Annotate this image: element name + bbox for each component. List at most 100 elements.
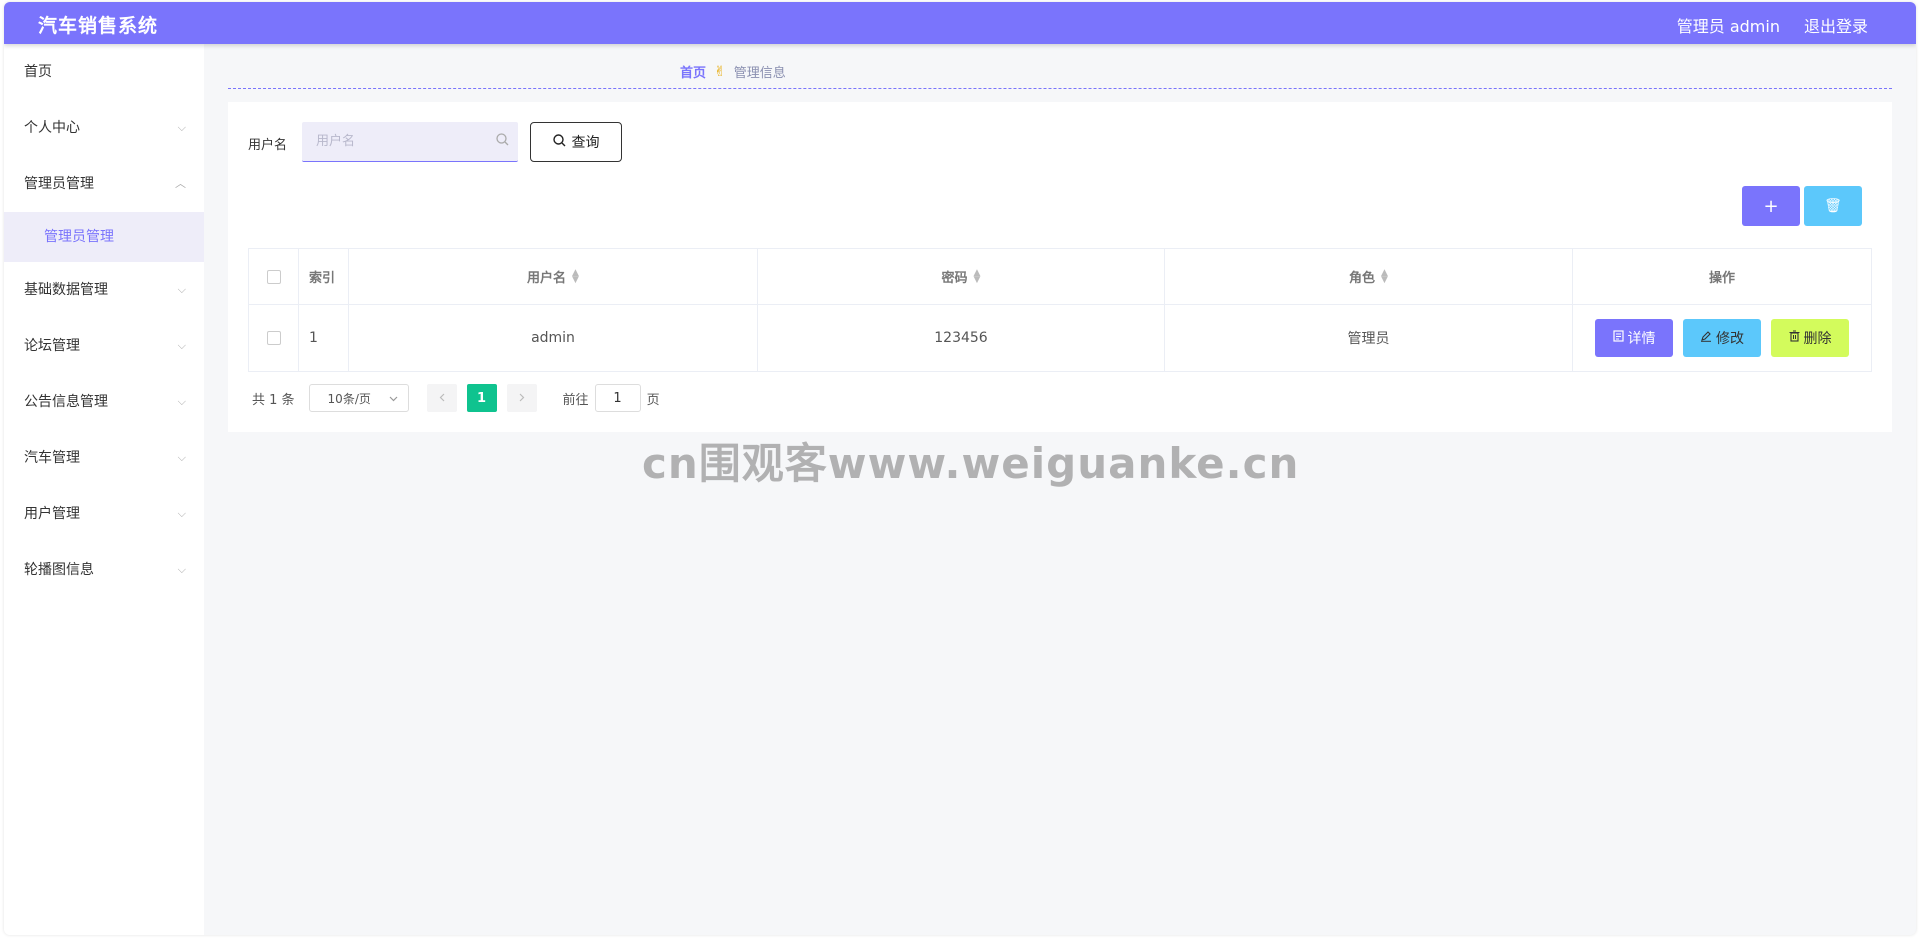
cell-actions: 详情 修改 删除 xyxy=(1573,305,1871,371)
cell-username: admin xyxy=(349,305,758,371)
goto-suffix: 页 xyxy=(646,392,660,408)
sidebar-item-personal-center[interactable]: 个人中心 ⌵ xyxy=(4,100,204,156)
table-header-row: 索引 用户名 ▲ ▼ 密码 ▲ ▼ 角色 ▲ ▼ 操作 xyxy=(249,249,1871,304)
content-panel: 用户名 查询 + 🗑 xyxy=(228,102,1892,432)
sidebar-item-notice[interactable]: 公告信息管理 ⌵ xyxy=(4,374,204,430)
chevron-down-icon: ⌵ xyxy=(177,121,186,134)
sidebar-item-label: 首页 xyxy=(24,64,52,80)
sidebar-item-basic-data[interactable]: 基础数据管理 ⌵ xyxy=(4,262,204,318)
next-page-button[interactable] xyxy=(506,384,537,412)
app-title: 汽车销售系统 xyxy=(38,15,159,37)
column-header-label: 索引 xyxy=(309,271,336,286)
document-icon xyxy=(1612,330,1624,346)
prev-page-button[interactable] xyxy=(426,384,457,412)
edit-button-label: 修改 xyxy=(1716,331,1744,347)
bulk-delete-button[interactable]: 🗑 xyxy=(1804,186,1862,226)
row-checkbox[interactable] xyxy=(266,331,281,345)
trash-icon: 🗑 xyxy=(1824,198,1842,214)
chevron-down-icon: ⌵ xyxy=(177,563,186,576)
edit-button[interactable]: 修改 xyxy=(1683,319,1761,357)
sidebar-item-label: 汽车管理 xyxy=(24,450,80,466)
divider xyxy=(228,88,1892,89)
sidebar-item-admin-management[interactable]: 管理员管理 ︿ xyxy=(4,156,204,212)
column-header-label: 密码 xyxy=(941,271,968,286)
detail-button[interactable]: 详情 xyxy=(1595,319,1673,357)
sort-icon[interactable]: ▲ ▼ xyxy=(974,268,981,284)
chevron-down-icon: ⌵ xyxy=(177,339,186,352)
sidebar-item-label: 公告信息管理 xyxy=(24,394,108,410)
app-window: 汽车销售系统 管理员 admin 退出登录 首页 个人中心 ⌵ 管理员管理 ︿ … xyxy=(4,2,1916,935)
column-header-username[interactable]: 用户名 ▲ ▼ xyxy=(349,249,758,304)
top-bar: 汽车销售系统 管理员 admin 退出登录 xyxy=(4,2,1916,44)
sidebar-item-label: 用户管理 xyxy=(24,506,80,522)
sidebar-item-home[interactable]: 首页 xyxy=(4,44,204,100)
cell-password: 123456 xyxy=(758,305,1165,371)
delete-button[interactable]: 删除 xyxy=(1771,319,1849,357)
hand-icon: ✌ xyxy=(714,63,726,80)
page-number-button[interactable]: 1 xyxy=(466,384,497,412)
sidebar-item-label: 管理员管理 xyxy=(44,229,114,245)
breadcrumb-current: 管理信息 xyxy=(733,66,786,81)
column-header-password[interactable]: 密码 ▲ ▼ xyxy=(758,249,1165,304)
query-button[interactable]: 查询 xyxy=(530,122,622,162)
sidebar-item-label: 基础数据管理 xyxy=(24,282,108,298)
pencil-icon xyxy=(1700,330,1712,346)
pagination: 共 1 条 10条/页 1 前往 1 页 xyxy=(252,384,660,412)
user-area: 管理员 admin 退出登录 xyxy=(1677,13,1868,37)
chevron-down-icon: ⌵ xyxy=(177,395,186,408)
goto-label: 前往 xyxy=(562,392,589,408)
goto-page: 前往 页 xyxy=(563,384,660,412)
admin-table: 索引 用户名 ▲ ▼ 密码 ▲ ▼ 角色 ▲ ▼ 操作 1 admin 1234… xyxy=(248,248,1872,372)
table-row: 1 admin 123456 管理员 详情 修改 删除 xyxy=(249,304,1871,371)
cell-role: 管理员 xyxy=(1165,305,1573,371)
chevron-down-icon: ⌵ xyxy=(177,283,186,296)
row-select-cell xyxy=(249,305,299,371)
sidebar-item-car[interactable]: 汽车管理 ⌵ xyxy=(4,430,204,486)
sidebar: 首页 个人中心 ⌵ 管理员管理 ︿ 管理员管理 基础数据管理 ⌵ 论坛管理 ⌵ … xyxy=(4,44,204,935)
chevron-down-icon: ⌵ xyxy=(177,451,186,464)
watermark: cn围观客www.weiguanke.cn xyxy=(642,439,1300,488)
breadcrumb-home[interactable]: 首页 xyxy=(680,62,706,81)
breadcrumb: 首页 ✌ 管理信息 xyxy=(680,62,786,82)
sidebar-item-label: 论坛管理 xyxy=(24,338,80,354)
plus-icon: + xyxy=(1763,195,1779,217)
sidebar-item-user[interactable]: 用户管理 ⌵ xyxy=(4,486,204,542)
column-header-actions: 操作 xyxy=(1573,249,1871,304)
column-header-label: 用户名 xyxy=(527,271,567,286)
chevron-right-icon xyxy=(519,391,525,406)
search-icon xyxy=(496,133,509,150)
header-select-cell xyxy=(249,249,299,304)
user-label: 管理员 admin xyxy=(1676,17,1780,36)
pagination-total: 共 1 条 xyxy=(252,392,295,408)
column-header-role[interactable]: 角色 ▲ ▼ xyxy=(1165,249,1573,304)
search-label: 用户名 xyxy=(248,138,288,153)
sort-icon[interactable]: ▲ ▼ xyxy=(1381,268,1388,284)
sidebar-item-carousel[interactable]: 轮播图信息 ⌵ xyxy=(4,542,204,598)
chevron-down-icon: ⌵ xyxy=(177,507,186,520)
query-button-label: 查询 xyxy=(571,135,600,151)
detail-button-label: 详情 xyxy=(1627,331,1656,347)
chevron-up-icon: ︿ xyxy=(175,177,186,190)
sidebar-item-label: 个人中心 xyxy=(24,120,80,136)
chevron-left-icon xyxy=(439,391,445,406)
select-all-checkbox[interactable] xyxy=(266,269,281,284)
sidebar-item-forum[interactable]: 论坛管理 ⌵ xyxy=(4,318,204,374)
search-icon xyxy=(552,133,566,151)
chevron-down-icon xyxy=(389,391,398,405)
logout-link[interactable]: 退出登录 xyxy=(1804,13,1868,37)
page-size-value: 10条/页 xyxy=(327,391,371,406)
column-header-index: 索引 xyxy=(299,249,349,304)
sort-icon[interactable]: ▲ ▼ xyxy=(572,268,579,284)
sidebar-subitem-admin-management[interactable]: 管理员管理 xyxy=(4,212,204,262)
delete-button-label: 删除 xyxy=(1803,331,1832,347)
username-search-input[interactable] xyxy=(302,122,518,162)
sidebar-item-label: 管理员管理 xyxy=(24,176,94,192)
cell-index: 1 xyxy=(299,305,349,371)
column-header-label: 角色 xyxy=(1349,271,1376,286)
goto-page-input[interactable] xyxy=(594,384,641,412)
column-header-label: 操作 xyxy=(1708,271,1735,286)
page-size-select[interactable]: 10条/页 xyxy=(308,384,409,412)
add-button[interactable]: + xyxy=(1742,186,1800,226)
sidebar-item-label: 轮播图信息 xyxy=(24,562,94,578)
trash-icon xyxy=(1789,330,1800,346)
